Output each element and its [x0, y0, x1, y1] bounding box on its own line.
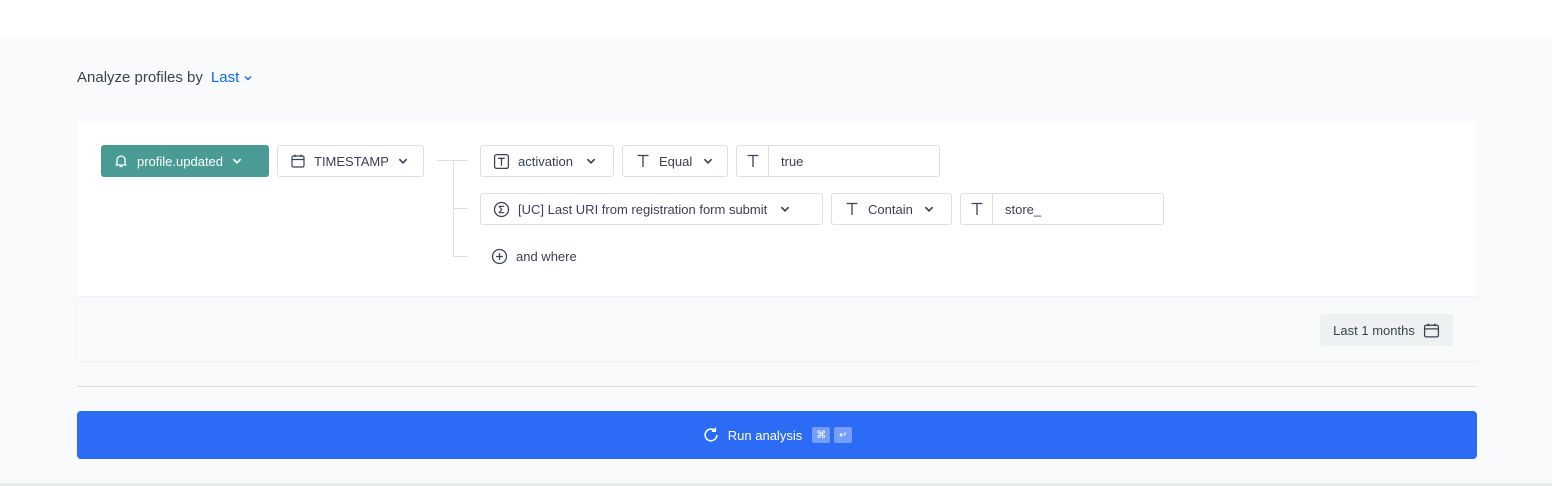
tree-connector [453, 256, 468, 257]
filter-card-footer [77, 296, 1477, 361]
chevron-down-icon [244, 75, 252, 80]
chevron-down-icon [232, 158, 242, 164]
command-key-hint: ⌘ [812, 427, 831, 443]
run-analysis-label: Run analysis [727, 427, 803, 443]
condition-value-text: true [781, 153, 804, 169]
top-bar [0, 0, 1552, 37]
condition-field-selector[interactable]: activation [480, 145, 614, 177]
condition-value-text: store_ [1005, 201, 1042, 217]
and-where-label: and where [516, 249, 577, 264]
condition-value-input[interactable]: true [736, 145, 940, 177]
analyze-mode-dropdown[interactable]: Last [211, 69, 253, 86]
condition-operator-selector[interactable]: Equal [622, 145, 728, 177]
event-selector[interactable]: profile.updated [101, 145, 269, 177]
condition-value-input[interactable]: store_ [960, 193, 1164, 225]
text-type-icon [846, 202, 858, 215]
and-where-button[interactable]: and where [491, 248, 577, 265]
event-selector-label: profile.updated [137, 153, 224, 169]
analyze-heading-label: Analyze profiles by [77, 69, 203, 86]
tree-connector [453, 208, 468, 209]
timestamp-selector[interactable]: TIMESTAMP [277, 145, 424, 177]
calendar-icon [291, 154, 305, 168]
bell-icon [115, 155, 127, 168]
run-analysis-button[interactable]: Run analysis ⌘ ↵ [77, 411, 1477, 459]
date-range-button[interactable]: Last 1 months [1320, 314, 1453, 346]
chevron-down-icon [704, 158, 713, 164]
enter-key-hint: ↵ [834, 427, 853, 443]
refresh-icon [704, 427, 718, 442]
sigma-icon [493, 201, 510, 217]
text-type-icon [493, 153, 510, 169]
section-divider [77, 386, 1477, 387]
condition-field-selector[interactable]: [UC] Last URI from registration form sub… [480, 193, 823, 225]
chevron-down-icon [398, 158, 408, 164]
condition-field-label: [UC] Last URI from registration form sub… [518, 201, 768, 217]
chevron-down-icon [781, 206, 790, 212]
timestamp-selector-label: TIMESTAMP [314, 153, 389, 169]
analyze-heading: Analyze profiles by Last [77, 69, 253, 86]
text-type-icon [637, 154, 649, 167]
condition-field-label: activation [518, 153, 573, 169]
chevron-down-icon [586, 158, 596, 164]
plus-circle-icon [491, 248, 508, 265]
analyze-mode-label: Last [210, 69, 240, 86]
text-type-icon [961, 194, 993, 224]
date-range-label: Last 1 months [1333, 322, 1415, 338]
chevron-down-icon [924, 206, 934, 212]
condition-operator-selector[interactable]: Contain [831, 193, 952, 225]
text-type-icon [737, 146, 769, 176]
condition-operator-label: Equal [659, 153, 693, 169]
calendar-icon [1423, 323, 1439, 338]
condition-operator-label: Contain [868, 201, 913, 217]
